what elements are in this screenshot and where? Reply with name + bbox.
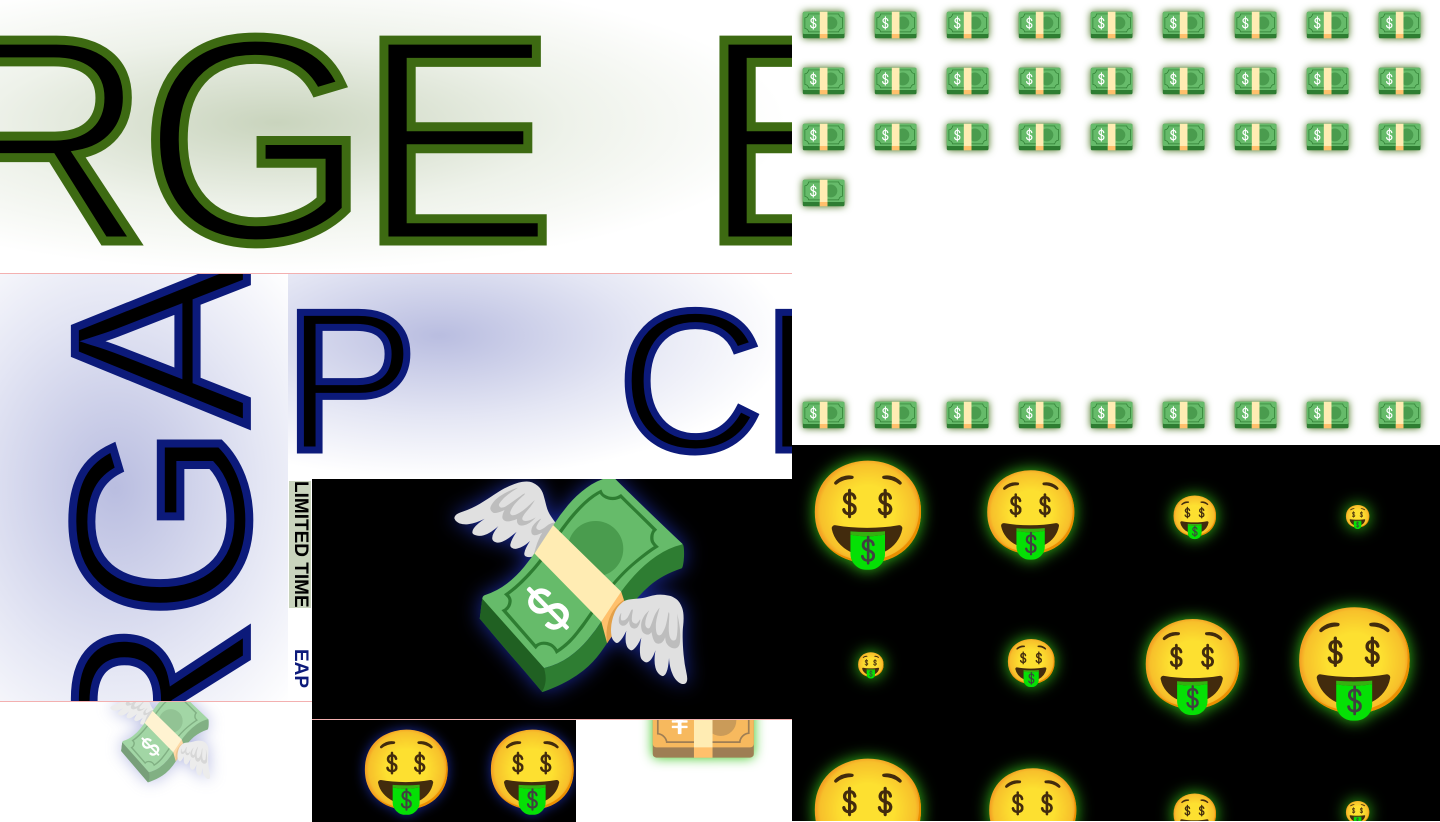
money-face-icon: 🤑 [1170, 792, 1220, 821]
cash-icon: 💵 [1016, 59, 1064, 103]
side-strip-line2: EAP [290, 649, 311, 689]
cash-icon: 💵 [1376, 115, 1424, 159]
cash-icon: 💵 [1232, 59, 1280, 103]
cash-icon: 💵 [872, 393, 920, 437]
cash-icon: 💵 [1376, 393, 1424, 437]
money-face-icon: 🤑 [856, 651, 886, 679]
cash-icon: 💵 [800, 171, 848, 215]
cash-icon: 💵 [1232, 393, 1280, 437]
cash-icon: 💵 [872, 59, 920, 103]
green-word-2: E [696, 0, 792, 273]
cash-icon: 💵 [1160, 59, 1208, 103]
money-face-icon: 🤑 [1004, 637, 1059, 688]
money-faces-panel: 🤑 🤑 🤑 🤑 🤑 🤑 🤑 🤑 🤑 🤑 🤑 🤑 [792, 445, 1440, 821]
cash-icon: 💵 [944, 3, 992, 47]
money-face-icon: 🤑 [806, 752, 931, 822]
small-faces-panel: 🤑 🤑 [312, 719, 576, 822]
cash-icon: 💵 [944, 393, 992, 437]
blue-word-2: CL [615, 273, 792, 480]
money-face-icon: 🤑 [1170, 494, 1220, 540]
money-face-icon: 🤑 [1290, 600, 1420, 722]
cash-icon: 💵 [1232, 115, 1280, 159]
blue-vertical-panel: RGA [0, 273, 288, 702]
cash-icon: 💵 [1088, 3, 1136, 47]
side-strip: LIMITED TIME EAP [288, 479, 312, 701]
cash-icon: 💵 [800, 393, 848, 437]
flying-money-icon: 💸 [442, 479, 704, 706]
yen-icon: 💴 [646, 719, 761, 779]
cash-grid-panel: 💵 💵 💵 💵 💵 💵 💵 💵 💵 💵 💵 💵 💵 💵 💵 💵 💵 💵 💵 💵 💵 💵 💵 💵 💵 💵 💵 💵 💵 💵 💵 💵 💵 💵 💵 💵 💵 [792, 0, 1440, 445]
money-face-icon: 🤑 [806, 454, 931, 571]
money-face-icon: 🤑 [1344, 505, 1372, 530]
cash-icon: 💵 [1304, 115, 1352, 159]
cash-icon: 💵 [1304, 3, 1352, 47]
cash-icon: 💵 [1088, 59, 1136, 103]
cash-icon: 💵 [800, 59, 848, 103]
money-face-icon: 🤑 [1344, 801, 1372, 822]
cash-icon: 💵 [944, 59, 992, 103]
blue-word-1: P [288, 273, 421, 480]
money-face-icon: 🤑 [1138, 613, 1248, 716]
stack-panel: 💸 [0, 701, 312, 822]
green-word-1: RGE [0, 0, 559, 273]
cash-icon: 💵 [1160, 115, 1208, 159]
cash-icon: 💵 [1160, 3, 1208, 47]
cash-icon: 💵 [1232, 3, 1280, 47]
money-face-icon: 🤑 [982, 764, 1085, 822]
money-face-icon: 🤑 [980, 466, 1083, 561]
cash-icon: 💵 [872, 3, 920, 47]
cash-icon: 💵 [800, 3, 848, 47]
cash-icon: 💵 [1088, 115, 1136, 159]
cash-icon: 💵 [1016, 3, 1064, 47]
money-face-icon: 🤑 [484, 726, 576, 816]
green-word-panel: RGE E [0, 0, 792, 273]
blue-vertical-word: RGA [17, 273, 288, 702]
cash-icon: 💵 [872, 115, 920, 159]
cash-icon: 💵 [1376, 3, 1424, 47]
cash-icon: 💵 [1088, 393, 1136, 437]
flying-money-panel: 💸 [312, 479, 792, 719]
cash-icon: 💵 [1016, 115, 1064, 159]
cash-icon: 💵 [944, 115, 992, 159]
cash-icon: 💵 [1304, 59, 1352, 103]
cash-icon: 💵 [1376, 59, 1424, 103]
cash-icon: 💵 [1160, 393, 1208, 437]
money-face-icon: 🤑 [358, 726, 456, 816]
cash-icon: 💵 [1304, 393, 1352, 437]
blue-words-panel: P CL [288, 273, 792, 480]
cash-icon: 💵 [1016, 393, 1064, 437]
side-strip-line1: LIMITED TIME [289, 481, 311, 608]
yen-panel: 💴 [576, 719, 792, 822]
cash-icon: 💵 [800, 115, 848, 159]
money-stack-icon: 💸 [105, 701, 218, 789]
